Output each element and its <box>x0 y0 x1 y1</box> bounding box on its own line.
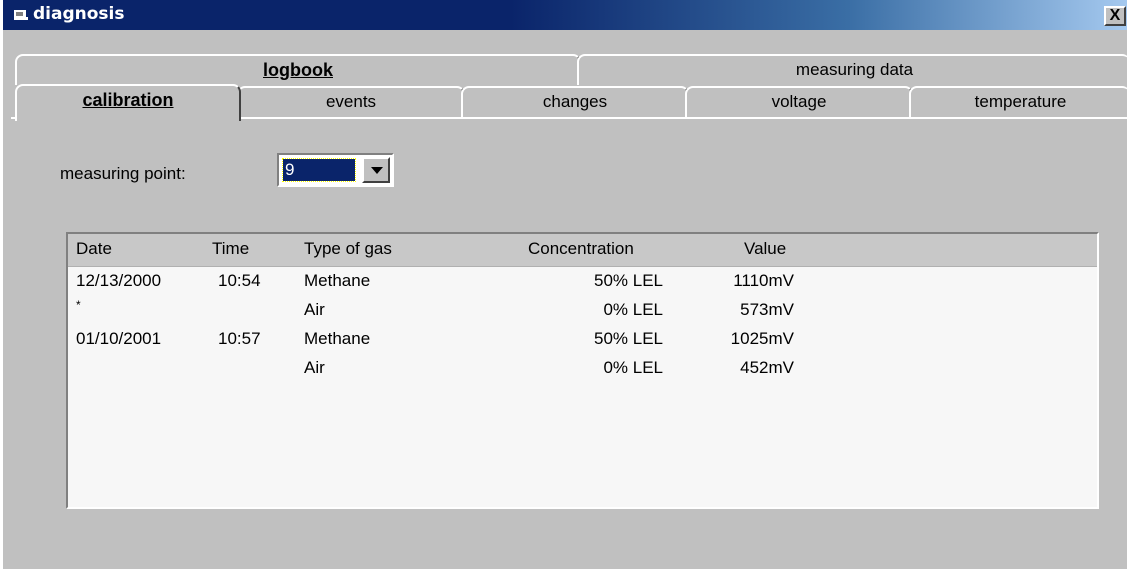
calibration-panel: measuring point: 9 Date Time Type of gas… <box>11 117 1127 569</box>
measuring-point-value: 9 <box>282 158 356 182</box>
cell-concentration: 0% LEL <box>603 300 663 319</box>
column-header-concentration: Concentration <box>528 239 634 258</box>
chevron-down-icon <box>371 167 383 174</box>
tab-events[interactable]: events <box>237 86 465 120</box>
cell-date: 12/13/2000 <box>76 271 162 290</box>
column-header-value: Value <box>744 239 787 258</box>
tab-temperature[interactable]: temperature <box>909 86 1127 120</box>
tab-voltage-label: voltage <box>771 92 827 111</box>
cell-gas: Air <box>304 300 325 319</box>
cell-value: 1110mV <box>733 271 794 290</box>
app-icon <box>14 10 28 20</box>
measuring-point-label: measuring point: <box>60 164 186 183</box>
title-bar[interactable]: diagnosis X <box>3 0 1127 30</box>
diagnosis-window: diagnosis X logbook measuring data calib… <box>0 0 1127 569</box>
calibration-list[interactable]: Date Time Type of gas Concentration Valu… <box>66 232 1099 509</box>
close-button[interactable]: X <box>1104 6 1126 26</box>
dropdown-button[interactable] <box>362 157 390 183</box>
tab-changes[interactable]: changes <box>461 86 689 120</box>
tab-events-label: events <box>325 92 377 111</box>
cell-gas: Methane <box>304 329 371 348</box>
list-header: Date Time Type of gas Concentration Valu… <box>68 234 1097 267</box>
window-title: diagnosis <box>33 4 125 24</box>
cell-date: 01/10/2001 <box>76 329 162 348</box>
column-header-date: Date <box>76 239 112 258</box>
tab-temperature-label: temperature <box>974 92 1067 111</box>
cell-time: 10:57 <box>218 329 261 348</box>
cell-time: 10:54 <box>218 271 261 290</box>
close-icon: X <box>1109 7 1121 24</box>
cell-gas: Air <box>304 358 325 377</box>
tab-measuring-data-label: measuring data <box>795 60 914 79</box>
cell-value: 573mV <box>740 300 794 319</box>
tab-logbook-label: logbook <box>263 60 333 80</box>
cell-value: 1025mV <box>730 329 794 348</box>
cell-concentration: 50% LEL <box>594 271 663 290</box>
tab-voltage[interactable]: voltage <box>685 86 913 120</box>
cell-gas: Methane <box>304 271 371 290</box>
tab-calibration-label: calibration <box>82 90 174 110</box>
cell-date: * <box>76 298 81 312</box>
cell-concentration: 0% LEL <box>603 358 663 377</box>
tab-logbook[interactable]: logbook <box>15 54 581 85</box>
tab-calibration[interactable]: calibration <box>15 84 241 121</box>
cell-concentration: 50% LEL <box>594 329 663 348</box>
cell-value: 452mV <box>740 358 794 377</box>
tab-measuring-data[interactable]: measuring data <box>577 54 1127 85</box>
measuring-point-select[interactable]: 9 <box>277 153 394 187</box>
tab-changes-label: changes <box>542 92 608 111</box>
column-header-type-of-gas: Type of gas <box>304 239 392 258</box>
column-header-time: Time <box>212 239 250 258</box>
